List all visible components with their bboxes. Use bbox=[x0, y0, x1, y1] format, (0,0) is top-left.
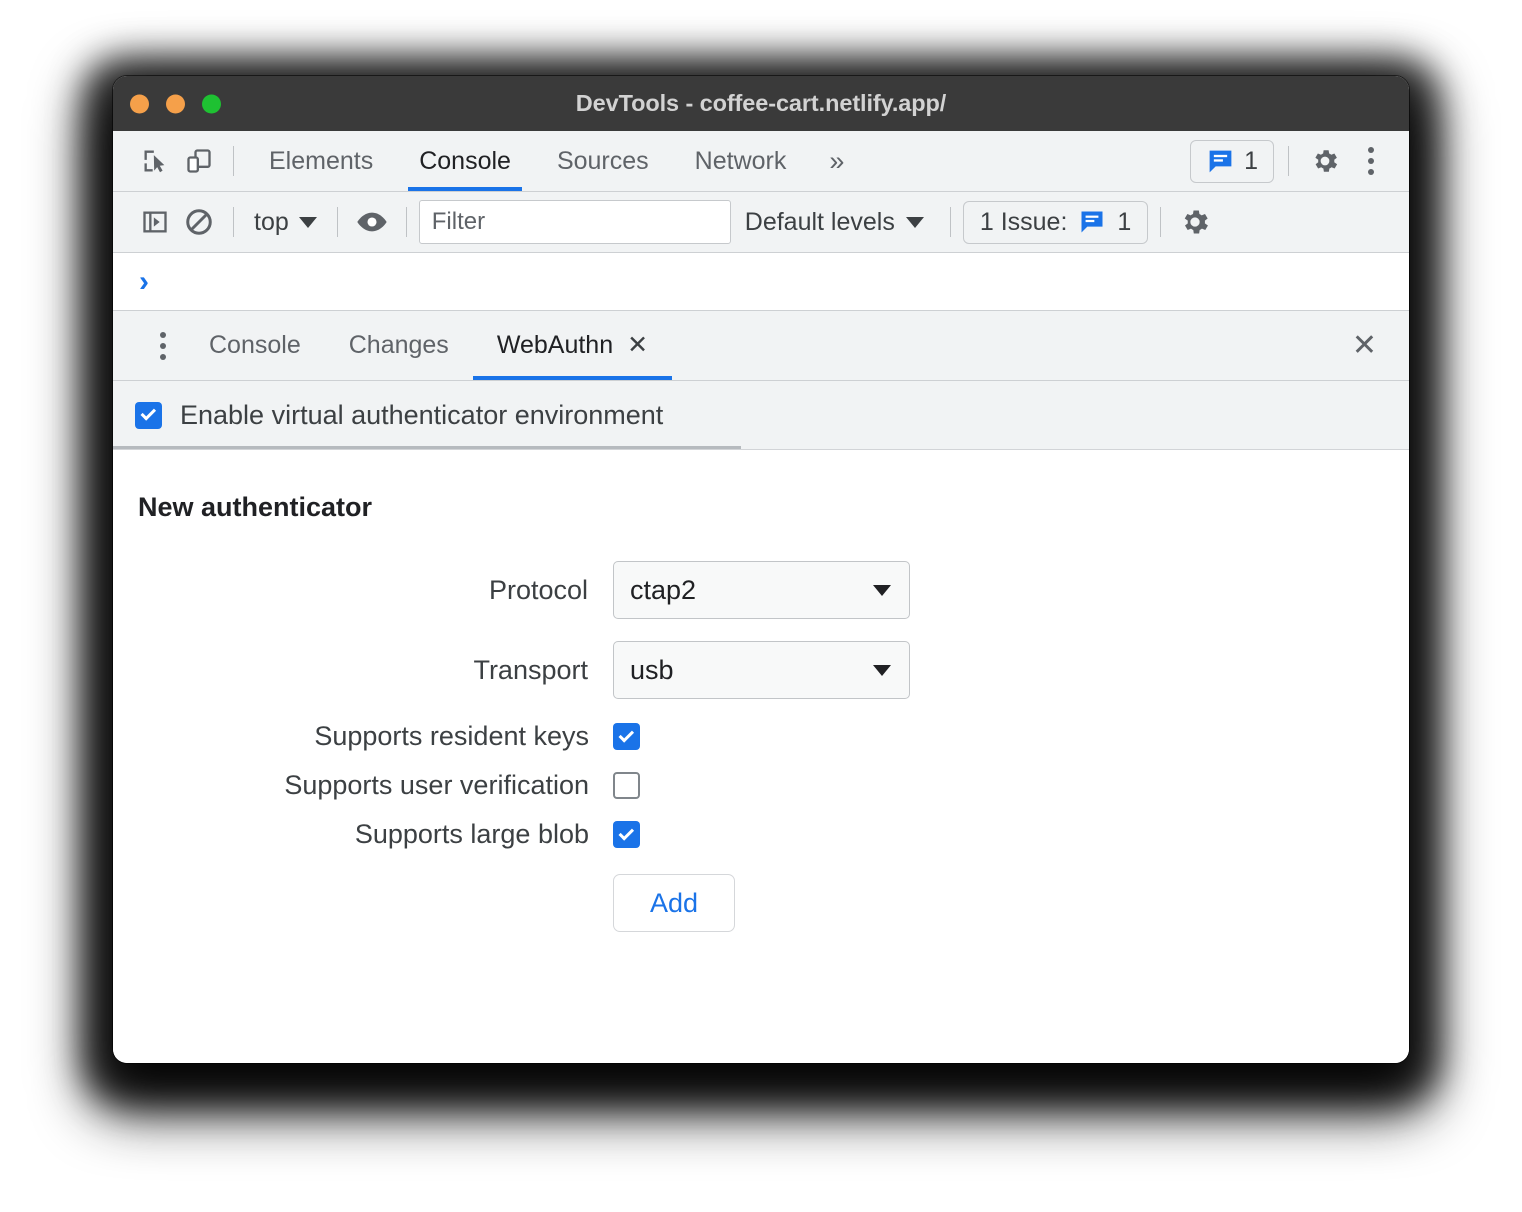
console-divider-2 bbox=[336, 207, 338, 237]
gear-icon[interactable] bbox=[1173, 200, 1217, 244]
drawer-tab-webauthn[interactable]: WebAuthn ✕ bbox=[472, 311, 673, 380]
issues-badge-button[interactable]: 1 bbox=[1190, 139, 1274, 183]
enable-authenticator-row[interactable]: Enable virtual authenticator environment bbox=[113, 381, 1409, 449]
transport-select[interactable]: usb bbox=[613, 641, 910, 699]
issues-badge-count: 1 bbox=[1244, 146, 1258, 175]
protocol-value: ctap2 bbox=[630, 574, 697, 605]
tab-elements-label: Elements bbox=[269, 146, 374, 175]
chevron-down-icon bbox=[873, 664, 891, 676]
tab-network[interactable]: Network bbox=[672, 131, 810, 191]
tab-console-label: Console bbox=[419, 146, 511, 175]
console-divider-5 bbox=[1160, 207, 1162, 237]
issues-counter-count: 1 bbox=[1117, 207, 1132, 236]
add-authenticator-row: Add bbox=[113, 874, 1409, 932]
tab-console[interactable]: Console bbox=[396, 131, 534, 191]
protocol-label: Protocol bbox=[488, 574, 588, 605]
drawer-tab-changes-label: Changes bbox=[348, 331, 449, 359]
console-prompt-row[interactable]: › bbox=[113, 253, 1409, 311]
log-levels-value: Default levels bbox=[744, 207, 895, 236]
transport-label: Transport bbox=[473, 654, 588, 685]
more-vertical-icon[interactable] bbox=[141, 324, 185, 368]
main-toolbar-right: 1 bbox=[1190, 139, 1393, 183]
large-blob-checkbox[interactable] bbox=[613, 821, 640, 848]
tab-elements[interactable]: Elements bbox=[246, 131, 396, 191]
transport-row: Transport usb bbox=[113, 641, 1409, 699]
title-bar: DevTools - coffee-cart.netlify.app/ bbox=[113, 76, 1409, 131]
enable-virtual-authenticator-label: Enable virtual authenticator environment bbox=[180, 399, 664, 430]
main-toolbar: Elements Console Sources Network » 1 bbox=[113, 131, 1409, 192]
clear-console-icon[interactable] bbox=[177, 200, 221, 244]
user-verification-label: Supports user verification bbox=[284, 770, 589, 800]
drawer-tab-console[interactable]: Console bbox=[185, 311, 325, 380]
page-title: New authenticator bbox=[138, 492, 373, 522]
console-sidebar-icon[interactable] bbox=[133, 200, 177, 244]
webauthn-panel-body: New authenticator Protocol ctap2 Transpo… bbox=[113, 449, 1409, 1063]
user-verification-checkbox[interactable] bbox=[613, 772, 640, 799]
drawer-tab-console-label: Console bbox=[209, 331, 301, 359]
window-title: DevTools - coffee-cart.netlify.app/ bbox=[575, 90, 947, 116]
resident-keys-checkbox[interactable] bbox=[613, 723, 640, 750]
tab-network-label: Network bbox=[694, 146, 787, 175]
enable-virtual-authenticator-checkbox[interactable] bbox=[135, 401, 162, 429]
log-levels-selector[interactable]: Default levels bbox=[731, 208, 938, 237]
close-icon[interactable]: ✕ bbox=[627, 333, 648, 358]
panel-tabs: Elements Console Sources Network » bbox=[246, 131, 864, 191]
user-verification-row: Supports user verification bbox=[113, 770, 1409, 801]
protocol-select[interactable]: ctap2 bbox=[613, 561, 910, 619]
maximize-window-button[interactable] bbox=[202, 94, 221, 113]
transport-value: usb bbox=[630, 654, 674, 685]
large-blob-row: Supports large blob bbox=[113, 819, 1409, 850]
filter-input[interactable] bbox=[418, 200, 731, 244]
close-drawer-icon[interactable]: ✕ bbox=[1338, 330, 1391, 361]
drawer-tabbar: Console Changes WebAuthn ✕ ✕ bbox=[113, 311, 1409, 381]
prompt-chevron-icon: › bbox=[139, 264, 149, 298]
protocol-row: Protocol ctap2 bbox=[113, 561, 1409, 619]
device-toolbar-icon[interactable] bbox=[177, 139, 221, 183]
toolbar-divider-2 bbox=[1288, 146, 1289, 176]
add-authenticator-button[interactable]: Add bbox=[613, 874, 735, 932]
console-toolbar: top Default levels 1 Issue: bbox=[113, 192, 1409, 253]
live-expression-eye-icon[interactable] bbox=[350, 200, 394, 244]
screenshot-root: DevTools - coffee-cart.netlify.app/ Elem… bbox=[0, 0, 1522, 1212]
issues-message-icon bbox=[1081, 211, 1103, 233]
chevron-down-icon bbox=[905, 216, 924, 228]
resident-keys-row: Supports resident keys bbox=[113, 721, 1409, 752]
drawer-tab-changes[interactable]: Changes bbox=[325, 311, 473, 380]
more-tabs-icon[interactable]: » bbox=[809, 146, 864, 177]
devtools-window: DevTools - coffee-cart.netlify.app/ Elem… bbox=[113, 76, 1409, 1063]
console-divider-4 bbox=[949, 207, 951, 237]
check-icon bbox=[618, 726, 634, 743]
check-icon bbox=[140, 405, 156, 421]
chevron-down-icon bbox=[298, 216, 317, 228]
console-divider-3 bbox=[405, 207, 407, 237]
chevron-down-icon bbox=[873, 584, 891, 596]
execution-context-value: top bbox=[254, 207, 289, 236]
issues-counter-button[interactable]: 1 Issue: 1 bbox=[962, 200, 1149, 244]
large-blob-label: Supports large blob bbox=[354, 819, 589, 849]
resident-keys-label: Supports resident keys bbox=[314, 721, 589, 751]
check-icon bbox=[618, 824, 634, 841]
tab-sources[interactable]: Sources bbox=[534, 131, 672, 191]
window-controls bbox=[130, 94, 221, 113]
drawer-tab-webauthn-label: WebAuthn bbox=[496, 331, 614, 359]
console-divider-1 bbox=[233, 207, 234, 237]
toolbar-divider bbox=[233, 146, 234, 176]
gear-icon[interactable] bbox=[1303, 139, 1347, 183]
issues-message-icon bbox=[1209, 150, 1232, 172]
execution-context-selector[interactable]: top bbox=[246, 208, 325, 237]
close-window-button[interactable] bbox=[130, 94, 149, 113]
inspect-element-icon[interactable] bbox=[133, 139, 177, 183]
more-vertical-icon[interactable] bbox=[1349, 139, 1393, 183]
tab-sources-label: Sources bbox=[556, 146, 649, 175]
issues-counter-text: 1 Issue: bbox=[979, 207, 1068, 236]
minimize-window-button[interactable] bbox=[166, 94, 185, 113]
